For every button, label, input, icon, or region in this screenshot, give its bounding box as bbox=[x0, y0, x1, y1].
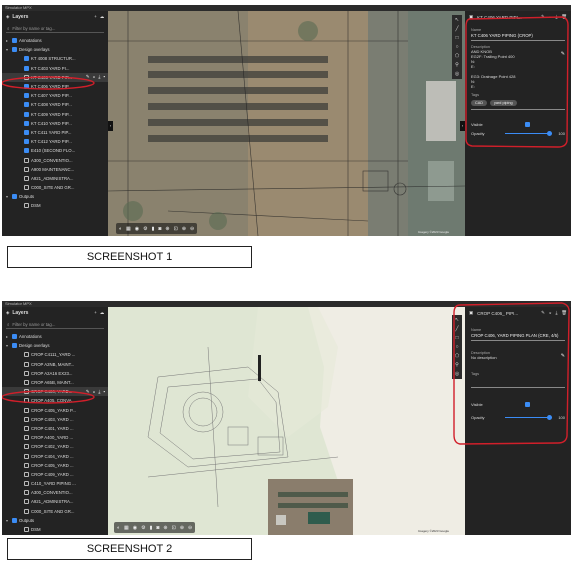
caption-2: SCREENSHOT 2 bbox=[7, 538, 252, 560]
caption-1: SCREENSHOT 1 bbox=[7, 246, 252, 268]
screenshot-1: Simulator MPX ◈ Layers + ☁ ⌕ Filter by n… bbox=[2, 5, 571, 236]
red-annotations bbox=[2, 302, 570, 445]
screenshot-2: Simulator MPX ◈ Layers + ☁ ⌕ Filter by n… bbox=[2, 301, 571, 535]
red-annotations bbox=[2, 16, 569, 148]
